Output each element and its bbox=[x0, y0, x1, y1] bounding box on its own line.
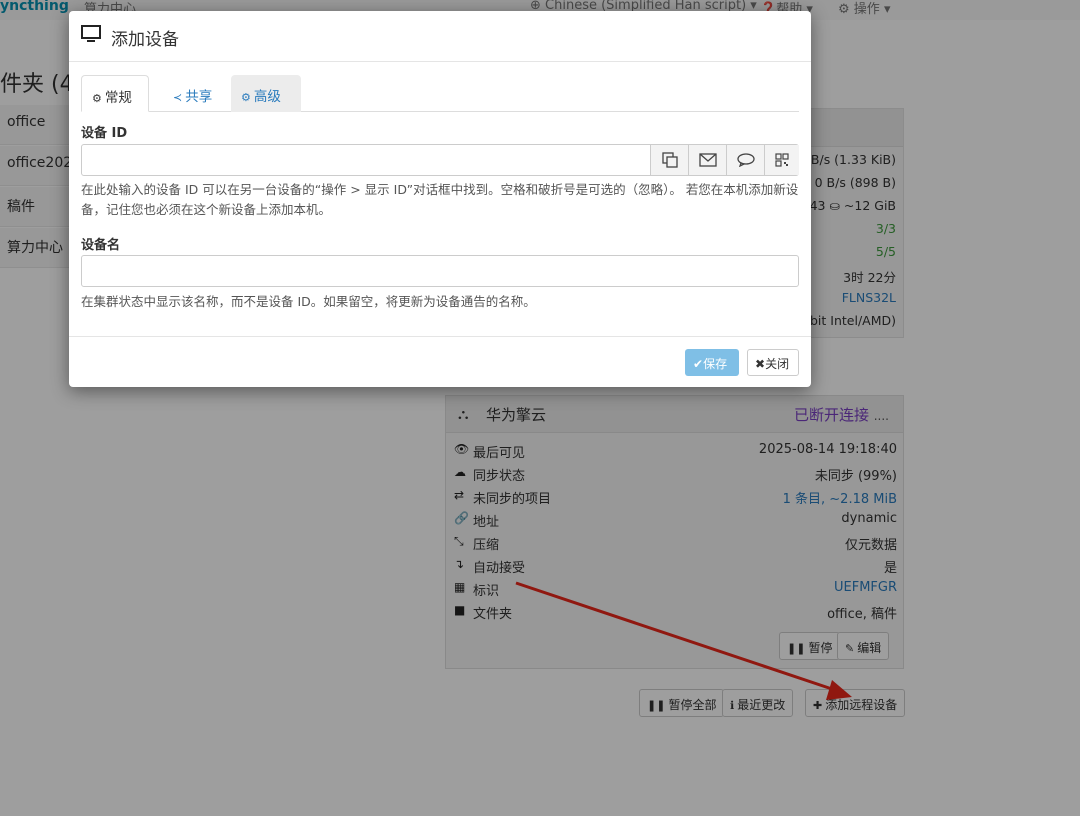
modal-header: 添加设备 bbox=[69, 11, 811, 62]
desktop-icon bbox=[81, 25, 101, 42]
comments-icon bbox=[736, 153, 755, 167]
device-id-input[interactable] bbox=[82, 145, 650, 175]
tab-general[interactable]: ⚙ 常规 bbox=[81, 75, 149, 112]
modal-title: 添加设备 bbox=[111, 30, 179, 50]
copy-icon bbox=[661, 152, 678, 168]
modal-tabs: ⚙ 常规 ≺ 共享 ⚙ 高级 bbox=[81, 75, 799, 112]
tab-sharing[interactable]: ≺ 共享 bbox=[163, 75, 222, 112]
cogs-icon: ⚙ bbox=[241, 91, 251, 104]
device-id-help: 在此处输入的设备 ID 可以在另一台设备的“操作 > 显示 ID”对话框中找到。… bbox=[81, 182, 799, 217]
device-id-label: 设备 ID bbox=[81, 126, 128, 141]
email-button[interactable] bbox=[688, 145, 726, 175]
device-name-label: 设备名 bbox=[81, 238, 121, 253]
qrcode-icon bbox=[775, 153, 789, 167]
device-name-input[interactable] bbox=[81, 255, 799, 287]
qr-code-button[interactable] bbox=[764, 145, 799, 175]
share-icon: ≺ bbox=[173, 91, 183, 104]
close-button[interactable]: ✖关闭 bbox=[747, 349, 799, 376]
device-id-group bbox=[81, 144, 799, 176]
cog-icon: ⚙ bbox=[92, 92, 102, 105]
add-device-modal: 添加设备 ⚙ 常规 ≺ 共享 ⚙ 高级 设备 ID 在此处输入的设备 ID 可以在另一… bbox=[69, 11, 811, 387]
message-button[interactable] bbox=[726, 145, 764, 175]
close-icon: ✖ bbox=[755, 357, 766, 371]
save-button[interactable]: ✔保存 bbox=[685, 349, 739, 376]
copy-button[interactable] bbox=[650, 145, 688, 175]
modal-footer: ✔保存 ✖关闭 bbox=[69, 336, 811, 387]
device-name-help: 在集群状态中显示该名称，而不是设备 ID。如果留空，将更新为设备通告的名称。 bbox=[81, 294, 536, 309]
envelope-icon bbox=[698, 153, 717, 167]
check-icon: ✔ bbox=[693, 357, 704, 371]
tab-advanced[interactable]: ⚙ 高级 bbox=[231, 75, 301, 112]
